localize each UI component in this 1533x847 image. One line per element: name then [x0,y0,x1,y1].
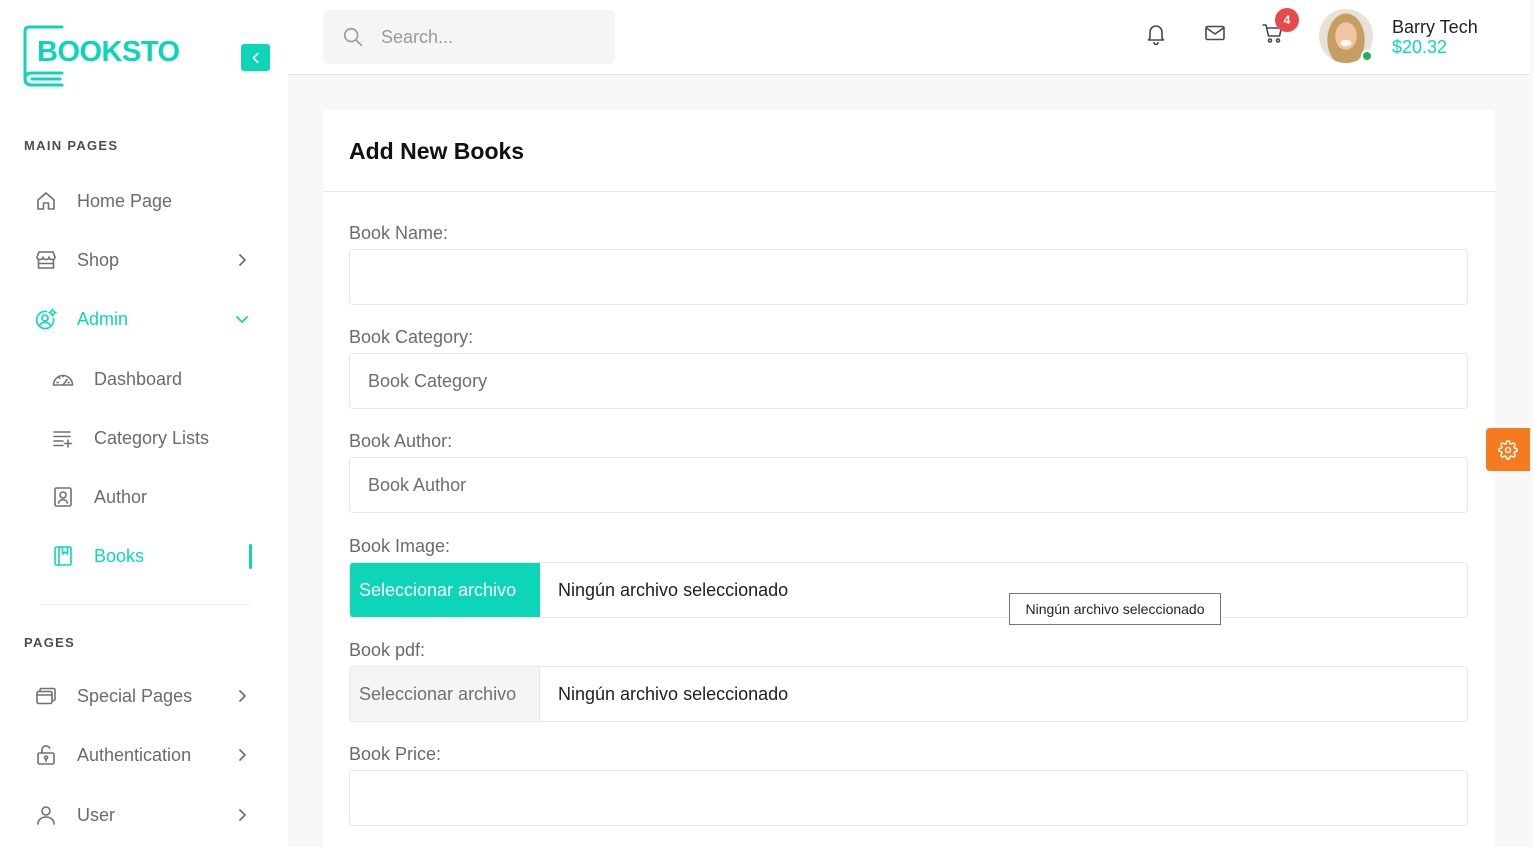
nav-divider [40,604,250,605]
user-gear-icon [35,308,57,330]
chevron-right-icon [239,749,246,762]
top-bar: 4 Barry Tech $20.32 [288,0,1530,75]
user-name[interactable]: Barry Tech [1392,16,1478,38]
book-author-field: Book Author: [349,431,1468,513]
book-pdf-label: Book pdf: [349,640,426,660]
chevron-right-icon [239,808,246,821]
sidebar-item-shop[interactable]: Shop [0,230,288,289]
gauge-icon [52,374,74,386]
sidebar-item-label: Shop [77,249,120,270]
pages-nav: Special Pages Authentication User [0,666,288,844]
book-price-input[interactable] [349,770,1468,826]
sidebar-item-user[interactable]: User [0,785,288,844]
book-category-field: Book Category: [349,327,1468,409]
sidebar-collapse-button[interactable] [241,44,270,71]
sidebar-item-label: User [77,804,116,825]
chevron-right-icon [239,690,246,702]
bell-icon[interactable] [1144,21,1168,45]
contact-card-icon [54,487,72,507]
book-pdf-file-status: Ningún archivo seleccionado [558,683,789,704]
chevron-right-icon [239,254,246,266]
file-input-tooltip: Ningún archivo seleccionado [1009,593,1221,625]
main-nav: Home Page Shop Admin Dashboard Category … [0,171,288,586]
book-icon [54,546,72,567]
book-pdf-file-input[interactable]: Seleccionar archivo Ningún archivo selec… [349,666,1468,722]
book-name-field: Book Name: [349,223,1468,305]
theme-settings-button[interactable] [1486,428,1530,471]
cart-count-badge: 4 [1275,8,1299,32]
chevron-down-icon [236,316,248,324]
search-input[interactable] [381,10,601,64]
unlock-icon [37,745,55,766]
sidebar-item-admin[interactable]: Admin [0,290,288,349]
book-author-label: Book Author: [349,431,453,451]
book-name-input[interactable] [349,249,1468,305]
nav-heading-pages: PAGES [24,635,76,650]
book-price-field: Book Price: [349,744,1468,826]
book-image-label: Book Image: [349,536,451,556]
book-image-choose-file-button[interactable]: Seleccionar archivo [350,563,540,617]
sidebar-item-label: Home Page [77,190,173,211]
gear-icon [1498,439,1518,460]
book-image-file-status: Ningún archivo seleccionado [558,579,789,600]
sidebar-item-dashboard[interactable]: Dashboard [0,349,288,408]
book-category-input[interactable] [349,353,1468,409]
sidebar-item-label: Books [94,546,145,567]
logo-text: BOOKSTO [37,36,180,68]
search-icon [343,27,363,47]
book-category-label: Book Category: [349,327,474,347]
sidebar: BOOKSTO MAIN PAGES Home Page Shop Admin … [0,0,288,847]
book-image-file-input[interactable]: Seleccionar archivo Ningún archivo selec… [349,562,1468,618]
book-pdf-choose-file-button[interactable]: Seleccionar archivo [350,667,540,721]
user-balance: $20.32 [1392,37,1448,57]
sidebar-item-authentication[interactable]: Authentication [0,726,288,785]
sidebar-item-label: Category Lists [94,427,210,448]
sidebar-item-label: Author [94,487,148,508]
sidebar-item-label: Admin [77,309,129,330]
sidebar-item-category-lists[interactable]: Category Lists [0,408,288,467]
book-pdf-field: Book pdf: Seleccionar archivo Ningún arc… [349,640,1468,722]
windows-icon [36,687,56,705]
sidebar-item-label: Authentication [77,745,192,766]
card-header: Add New Books [323,110,1495,192]
search-box[interactable] [323,10,615,64]
logo[interactable]: BOOKSTO [22,24,184,88]
sidebar-item-label: Special Pages [77,686,193,707]
list-add-icon [53,431,73,448]
sidebar-item-special-pages[interactable]: Special Pages [0,666,288,725]
book-price-label: Book Price: [349,744,442,764]
online-status-dot [1361,50,1373,62]
nav-heading-main-pages: MAIN PAGES [24,138,119,153]
user-icon [37,805,55,825]
mail-icon[interactable] [1203,21,1227,45]
book-author-input[interactable] [349,457,1468,513]
sidebar-item-label: Dashboard [94,368,183,389]
chevron-left-icon [252,52,259,63]
home-icon [37,191,55,210]
sidebar-item-books[interactable]: Books [0,527,288,586]
book-image-field: Book Image: Seleccionar archivo Ningún a… [349,536,1468,618]
active-indicator [249,543,252,569]
add-book-card: Add New Books Book Name: Book Category: … [323,110,1495,847]
sidebar-item-author[interactable]: Author [0,467,288,526]
sidebar-item-home-page[interactable]: Home Page [0,171,288,230]
store-icon [36,251,56,269]
book-name-label: Book Name: [349,223,449,243]
page-title: Add New Books [349,138,525,164]
